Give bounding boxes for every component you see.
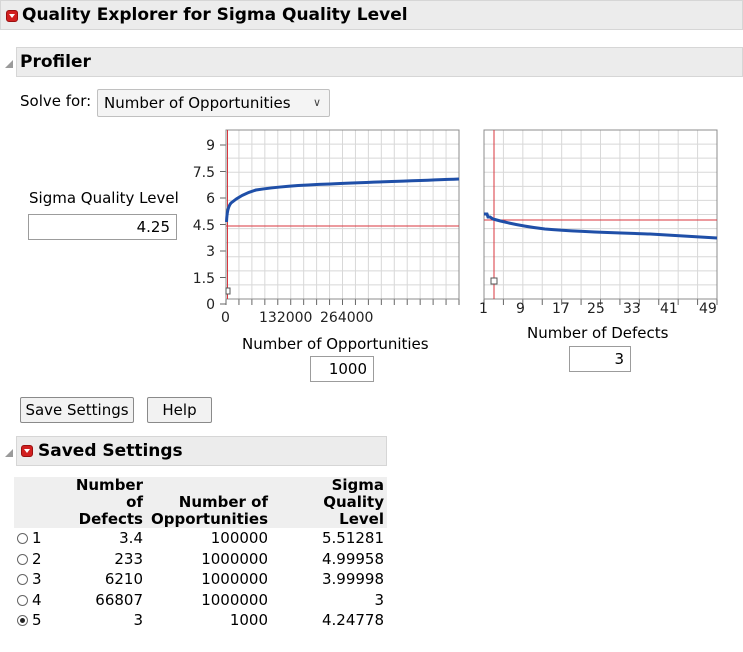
help-button[interactable]: Help xyxy=(147,397,212,423)
cell-sigma: 4.99958 xyxy=(321,549,384,568)
plot2-x-tick-label: 49 xyxy=(699,301,717,317)
column-header-defects-line2: of Defects xyxy=(78,493,143,528)
column-header-sigma-line2: Quality Level xyxy=(323,493,384,528)
cell-defects: 3 xyxy=(133,611,143,630)
radio-button[interactable] xyxy=(17,533,28,545)
cell-sigma: 5.51281 xyxy=(321,529,384,548)
radio-button[interactable] xyxy=(17,594,28,606)
plot2-grid xyxy=(483,130,718,305)
cell-sigma: 3.99998 xyxy=(321,570,384,589)
column-header-row-label xyxy=(14,477,54,528)
plot2-x-tick-label: 33 xyxy=(623,301,641,317)
cell-sigma: 3 xyxy=(374,590,384,609)
table-row: 4 66807 1000000 3 xyxy=(14,590,387,611)
plot2-x-tick-label: 17 xyxy=(552,301,570,317)
cell-opportunities: 1000000 xyxy=(201,590,268,609)
plot2-x-tick-label: 1 xyxy=(479,301,488,317)
table-row: 1 3.4 100000 5.51281 xyxy=(14,528,387,549)
row-radio-cell[interactable]: 4 xyxy=(14,590,54,611)
cell-opportunities: 1000000 xyxy=(201,570,268,589)
table-header-row: Number of Defects Number of Opportunitie… xyxy=(14,477,387,528)
radio-button[interactable] xyxy=(17,553,28,565)
row-radio-cell[interactable]: 3 xyxy=(14,569,54,590)
saved-settings-disclosure-icon[interactable] xyxy=(5,449,13,457)
column-header-sigma-line1: Sigma xyxy=(331,476,384,494)
row-radio-cell[interactable]: 1 xyxy=(14,528,54,549)
plot2-x-tick-label: 25 xyxy=(587,301,605,317)
row-label: 1 xyxy=(32,529,42,548)
cell-defects: 233 xyxy=(114,549,143,568)
radio-button[interactable] xyxy=(17,574,28,586)
table-row: 2 233 1000000 4.99958 xyxy=(14,549,387,570)
cell-opportunities: 100000 xyxy=(210,529,268,548)
cell-defects: 6210 xyxy=(104,570,143,589)
column-header-opportunities: Number of Opportunities xyxy=(146,477,271,528)
table-row: 3 6210 1000000 3.99998 xyxy=(14,569,387,590)
plot2-x-label: Number of Defects xyxy=(527,324,669,342)
row-label: 5 xyxy=(32,611,42,630)
plot2-x-tick-label: 9 xyxy=(516,301,525,317)
column-header-defects: Number of Defects xyxy=(54,477,146,528)
save-settings-button[interactable]: Save Settings xyxy=(20,397,134,423)
plot2-x-tick-label: 41 xyxy=(660,301,678,317)
saved-settings-title: Saved Settings xyxy=(38,441,183,461)
row-radio-cell[interactable]: 5 xyxy=(14,610,54,631)
row-label: 3 xyxy=(32,570,42,589)
column-header-defects-line1: Number xyxy=(75,476,143,494)
saved-settings-table: Number of Defects Number of Opportunitie… xyxy=(14,477,387,631)
saved-settings-menu-icon[interactable] xyxy=(21,445,33,457)
defects-input[interactable]: 3 xyxy=(569,346,631,372)
row-radio-cell[interactable]: 2 xyxy=(14,549,54,570)
cell-sigma: 4.24778 xyxy=(321,611,384,630)
cell-defects: 66807 xyxy=(95,590,143,609)
column-header-sigma: Sigma Quality Level xyxy=(271,477,387,528)
row-label: 2 xyxy=(32,549,42,568)
table-row: 5 3 1000 4.24778 xyxy=(14,610,387,631)
cell-opportunities: 1000 xyxy=(229,611,268,630)
plot2-handle xyxy=(490,277,498,285)
cell-opportunities: 1000000 xyxy=(201,549,268,568)
column-header-opportunities-line2: Opportunities xyxy=(150,510,268,528)
row-label: 4 xyxy=(32,590,42,609)
column-header-opportunities-line1: Number of xyxy=(178,493,268,511)
cell-defects: 3.4 xyxy=(119,529,143,548)
radio-button[interactable] xyxy=(17,615,28,627)
